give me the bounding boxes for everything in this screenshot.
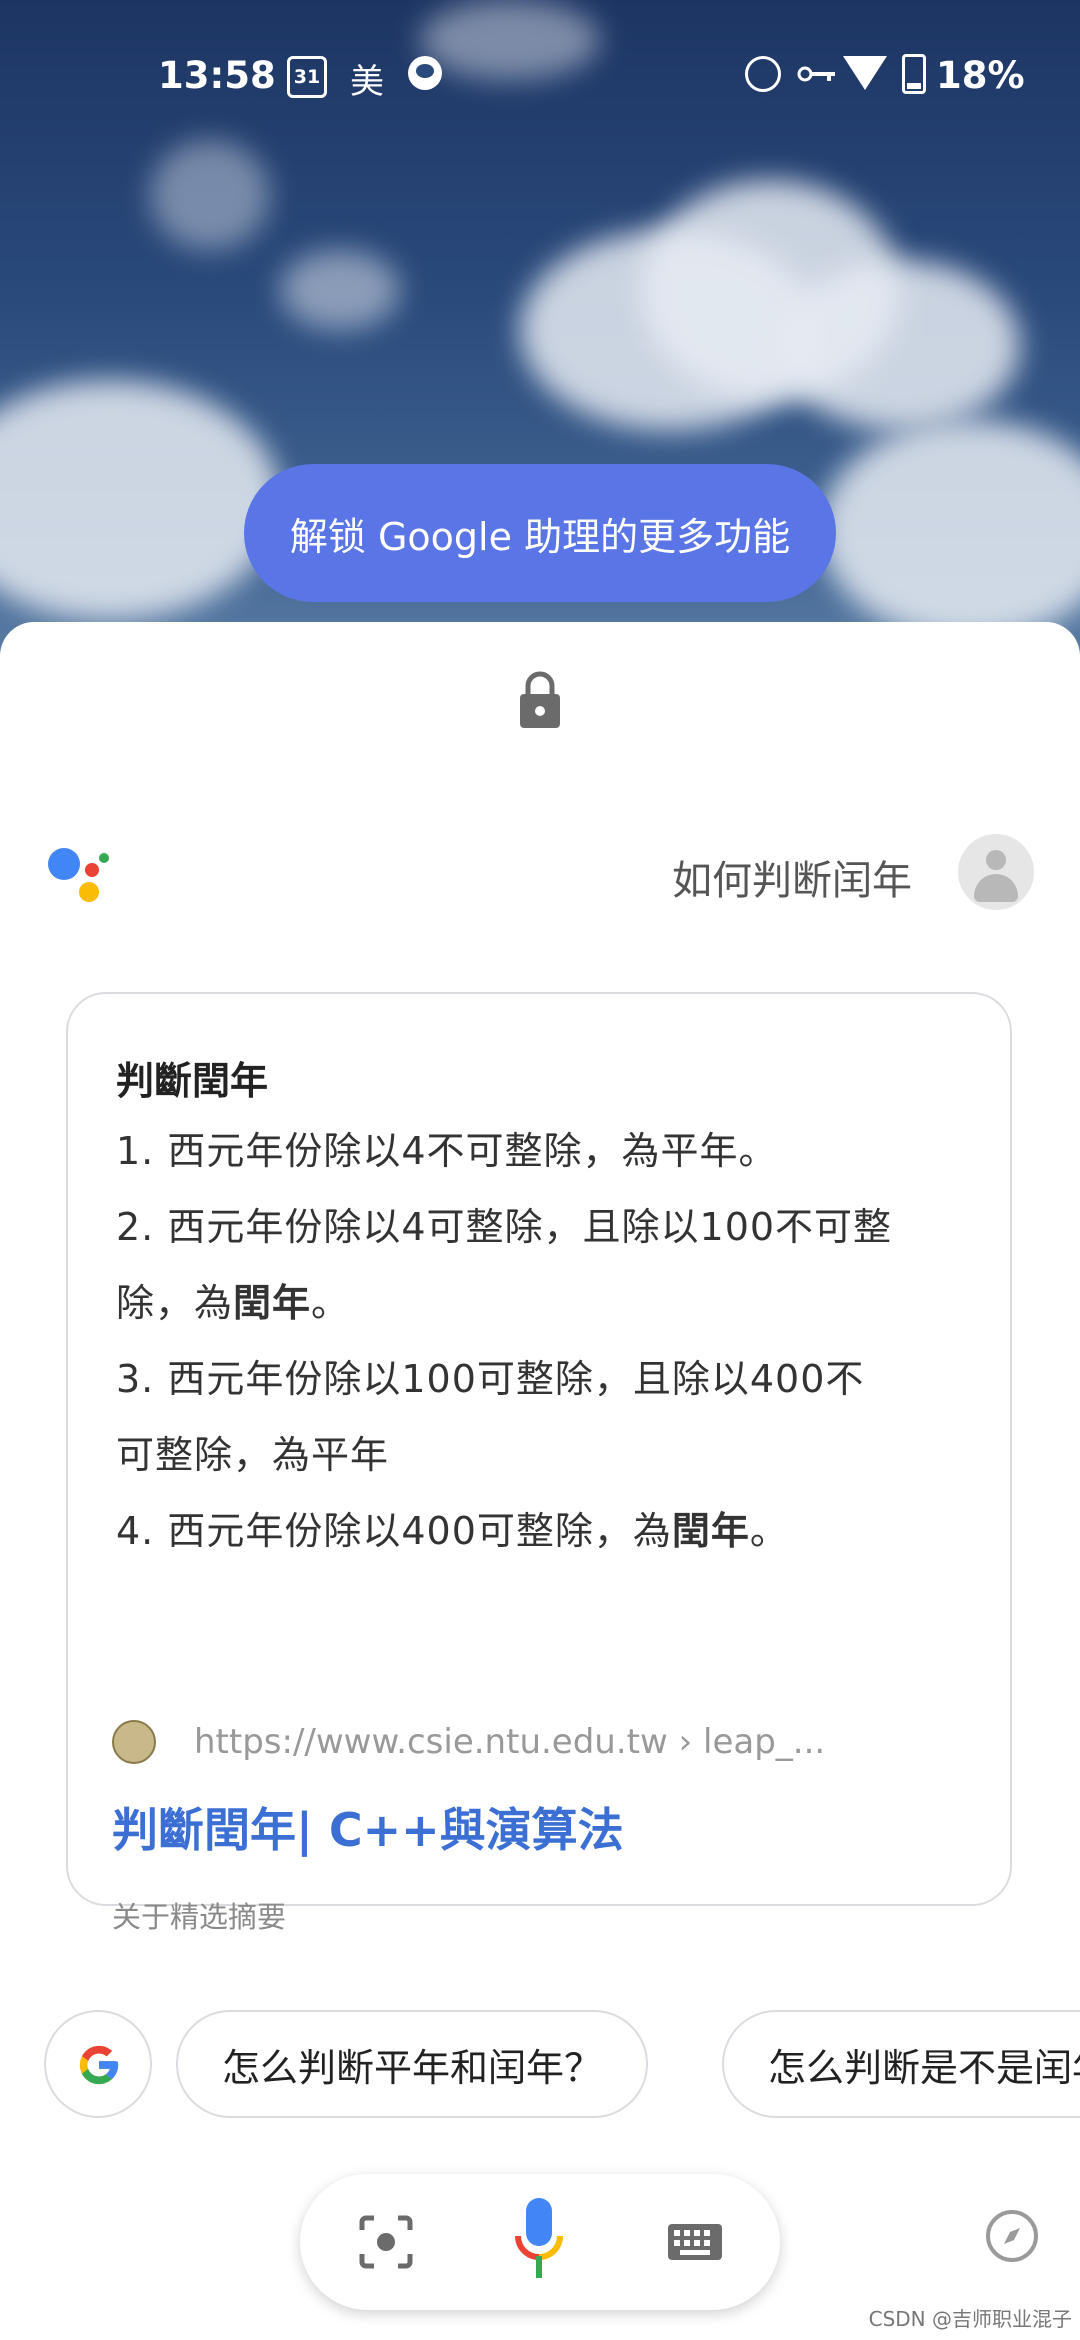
unlock-button-label: 解锁 Google 助理的更多功能 [289,514,791,559]
lens-icon[interactable] [358,2214,414,2270]
unlock-assistant-button[interactable]: 解锁 Google 助理的更多功能 [244,464,836,602]
compass-icon[interactable] [986,2210,1038,2262]
wifi-icon [843,56,887,90]
snippet-line: 1. 西元年份除以4不可整除，為平年。 [116,1129,778,1173]
app-notification-icon [408,56,442,90]
suggestion-chips: 怎么判断平年和闰年？ 怎么判断是不是闰年 [0,2010,1080,2120]
calendar-icon: 31 [287,56,327,98]
source-link-title[interactable]: 判斷閏年| C++與演算法 [112,1794,624,1860]
input-bar [300,2174,780,2310]
mic-icon[interactable] [514,2196,564,2280]
lock-icon [520,671,560,728]
notification-app-icon: 美 [350,62,384,102]
status-time: 13:58 [158,54,276,97]
user-query: 如何判断闰年 [672,858,912,904]
suggestion-chip[interactable]: 怎么判断平年和闰年？ [176,2010,649,2118]
source-row[interactable]: https://www.csie.ntu.edu.tw › leap_... [112,1714,972,1770]
site-favicon-icon [112,1720,156,1764]
vpn-key-icon [797,66,835,82]
snippet-line: 可整除，為平年 [116,1433,390,1477]
status-bar: 13:58 31 美 18% [0,40,1080,116]
about-snippet-link[interactable]: 关于精选摘要 [112,1894,286,1936]
keyboard-icon[interactable] [666,2222,724,2262]
alarm-icon [745,56,781,92]
battery-icon [902,54,926,94]
snippet-heading: 判斷閏年 [116,1059,269,1103]
google-search-button[interactable] [44,2010,152,2118]
google-g-icon [79,2045,119,2085]
avatar-icon[interactable] [958,834,1034,910]
suggestion-chip[interactable]: 怎么判断是不是闰年 [722,2010,1080,2118]
watermark: CSDN @吉师职业混子 [868,2307,1072,2331]
battery-percent: 18% [936,54,1025,97]
source-url: https://www.csie.ntu.edu.tw › leap_... [194,1722,826,1762]
snippet-line: 2. 西元年份除以4可整除，且除以100不可整 [116,1205,893,1249]
snippet-line: 3. 西元年份除以100可整除，且除以400不 [116,1357,865,1401]
featured-snippet-card[interactable]: 判斷閏年 1. 西元年份除以4不可整除，為平年。 2. 西元年份除以4可整除，且… [66,992,1012,1934]
snippet-line: 除，為閏年。 [116,1281,351,1325]
snippet-line: 4. 西元年份除以400可整除，為閏年。 [116,1509,789,1553]
assistant-icon [48,848,109,902]
